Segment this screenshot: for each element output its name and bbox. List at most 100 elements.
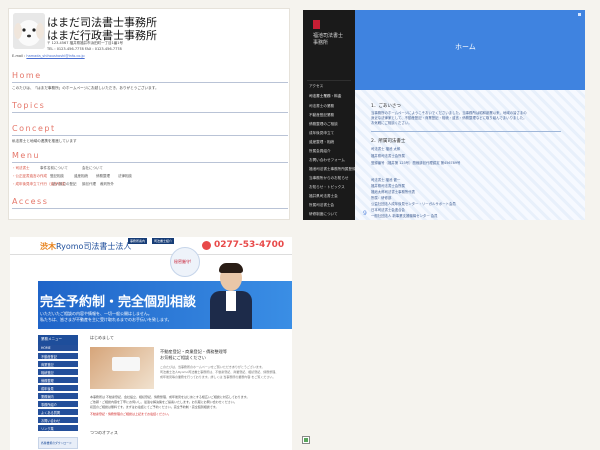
side-menu-item[interactable]: 業務案内 <box>38 393 78 400</box>
section-access-title: Access <box>12 197 49 206</box>
screenshot-ryomo-website: 渋木Ryomo司法書士法人 事務所案内 司法書士紹介 0277-53-4700 … <box>10 237 292 450</box>
menu-header-label: 業務メニュー <box>41 337 62 341</box>
side-menu-item[interactable]: 不動産登記 <box>38 353 78 360</box>
side-menu-label: HOME <box>41 346 51 350</box>
side-menu-label: 事務所紹介 <box>41 403 57 407</box>
section-topics-title: Topics <box>12 101 46 110</box>
brand-logo[interactable]: 渋木Ryomo司法書士法人 <box>40 241 131 252</box>
greeting-heading: 1．ごあいさつ <box>371 104 401 109</box>
email-link[interactable]: hamada_shihoushoshi@info.co.jp <box>26 54 84 58</box>
sidebar-item[interactable]: 不動産登記業務 <box>309 113 334 118</box>
download-banner[interactable]: 各種書類のダウンロード <box>38 437 78 449</box>
notice-text: 不動産登記・債務整理のご相談は上記までお電話ください。 <box>90 412 172 416</box>
menu-link[interactable]: 事件名前について <box>40 166 68 171</box>
menu-row: ・成年後見申立て代行（遺言作成） 法人設立の登記 訴訟代理 裁判所外 <box>12 182 288 189</box>
office-address: 〒 123-4567 福井県福井市浜田町一丁目1番1号 <box>47 41 124 45</box>
sidebar-item[interactable]: 司法書士の業務 <box>309 104 334 109</box>
side-menu-label: 業務案内 <box>41 395 54 399</box>
office-email: E-mail : hamada_shihoushoshi@info.co.jp <box>12 54 85 58</box>
divider <box>371 131 561 132</box>
top-nav-button[interactable]: 司法書士紹介 <box>152 238 175 244</box>
broken-image-icon <box>302 436 310 444</box>
hero-headline: 完全予約制・完全個別相談 <box>40 295 197 310</box>
side-menu-label: 商業登記 <box>41 363 54 367</box>
menu-link[interactable]: 債務整理 <box>96 174 110 179</box>
member-text: 福池太郎司法書士事務所代表 <box>371 190 416 194</box>
side-menu: 業務メニュー HOME 不動産登記 商業登記 相続登記 債務整理 成年後見 業務… <box>38 335 78 450</box>
members-heading: 2．所属司法書士 <box>371 139 406 144</box>
sidebar-item[interactable]: 債務整理のご相談 <box>309 122 338 127</box>
section-home-title: Home <box>12 71 42 80</box>
menu-link[interactable]: ・司法書士 <box>12 166 30 171</box>
home-text: このたびは、「はまだ事務所」のホームページにお越しいただき、ありがとうございます… <box>12 86 159 90</box>
menu-row: ・司法書士 事件名前について 会社について <box>12 166 288 173</box>
side-menu-item[interactable]: 商業登記 <box>38 361 78 368</box>
sidebar-item[interactable]: アクセス <box>309 84 323 89</box>
side-menu-label: 相続登記 <box>41 371 54 375</box>
menu-link[interactable]: 遺産相続 <box>74 174 88 179</box>
side-menu-item[interactable]: お問い合わせ <box>38 417 78 424</box>
member-text: 日本司法書士会連合会 <box>371 208 405 212</box>
body-text: 本事務所は 不動産登記、会社設立、相続登記、債務整理、成年後見をはじめとする幅広… <box>90 395 250 399</box>
body-text: ご依頼・ご相談内容を丁寧にお伺いし、最適な解決策をご提案いたします。お気軽にお問… <box>90 400 237 404</box>
side-menu-label: お問い合わせ <box>41 419 61 423</box>
hero-title: ホーム <box>455 43 476 51</box>
sidebar-item[interactable]: 研修制度について <box>309 212 338 217</box>
consultation-photo <box>90 347 154 389</box>
section-menu-title: Menu <box>12 151 40 160</box>
side-menu-label: 成年後見 <box>41 387 54 391</box>
side-menu-item[interactable]: 成年後見 <box>38 385 78 392</box>
intro-text: 成年後見等の業務を行っております。詳しくは 当事務所の業務内容 をご覧ください。 <box>160 375 276 379</box>
intro-text: このたびは、当事務所のホームページをご覧いただきありがとうございます。 <box>160 365 265 369</box>
brand-logo-mark: 渋木 <box>40 242 56 251</box>
sidebar-item[interactable]: 所属司法書士会 <box>309 203 334 208</box>
menu-link[interactable]: 訴訟代理 <box>82 182 96 187</box>
hero-subhead: 私たちは、皆さまが不動産を主に受け取れるまでのお手伝いを致します。 <box>40 317 172 322</box>
sidebar-item[interactable]: 成年後見申立て <box>309 131 334 136</box>
firm-name-2: 事務所 <box>313 40 329 46</box>
hero-banner: ホーム <box>355 10 585 90</box>
side-menu-item[interactable]: 事務所紹介 <box>38 401 78 408</box>
sidebar-item[interactable]: お知らせ・トピックス <box>309 185 345 190</box>
speech-bubble: 秘密厳守! <box>170 247 200 277</box>
phone-icon <box>202 241 211 250</box>
menu-link[interactable]: 登記相談 <box>50 174 64 179</box>
side-menu-item[interactable]: 債務整理 <box>38 377 78 384</box>
sidebar-item[interactable]: お問い合わせフォーム <box>309 158 345 163</box>
side-menu-item[interactable]: 相続登記 <box>38 369 78 376</box>
divider <box>12 162 288 163</box>
sidebar-item[interactable]: 福井県司法書士会 <box>309 194 338 199</box>
offices-heading: つつのオフィス <box>90 430 118 435</box>
section-concept-title: Concept <box>12 124 56 133</box>
side-menu-item[interactable]: HOME <box>38 345 78 352</box>
menu-link[interactable]: 会社について <box>82 166 103 171</box>
screenshot-hamada-website: はまだ司法書士事務所 はまだ行政書士事務所 〒 123-4567 福井県福井市浜… <box>8 8 290 220</box>
sidebar-item[interactable]: 司法書士業務・料金 <box>309 94 341 99</box>
divider <box>12 208 288 209</box>
body-text: 初回のご相談は無料です。まずはお電話にてご予約ください。完全予約制・完全個別相談… <box>90 405 219 409</box>
menu-link[interactable]: 法人設立の登記 <box>52 182 77 187</box>
member-name: 司法書士 福池 太郎 <box>371 147 401 151</box>
sidebar-item[interactable]: 当事務所からのお知らせ <box>309 176 348 181</box>
sidebar-item[interactable]: 所属会員紹介 <box>309 149 331 154</box>
top-nav-button[interactable]: 事務所案内 <box>128 238 148 244</box>
menu-header: 業務メニュー <box>38 335 78 345</box>
lawyer-photo <box>206 263 256 329</box>
nav-divider <box>307 80 351 81</box>
menu-link[interactable]: 法律相談 <box>118 174 132 179</box>
member-text: 福井県司法書士会所属 <box>371 184 405 188</box>
side-menu-item[interactable]: よくある質問 <box>38 409 78 416</box>
top-bar: 渋木Ryomo司法書士法人 事務所案内 司法書士紹介 0277-53-4700 <box>10 237 292 255</box>
side-menu-label: 債務整理 <box>41 379 54 383</box>
divider <box>12 135 288 136</box>
phone-number[interactable]: 0277-53-4700 <box>214 240 284 250</box>
side-menu-item[interactable]: リンク集 <box>38 425 78 432</box>
member-text: 公益社団法人成年後見センター・リーガルサポート会員 <box>371 202 456 206</box>
screenshot-fukuike-website: 福池司法書士 事務所 アクセス 司法書士業務・料金 司法書士の業務 不動産登記業… <box>303 10 585 220</box>
sidebar-item[interactable]: 遺産整理・相続 <box>309 140 334 145</box>
download-banner-label: 各種書類のダウンロード <box>41 441 72 445</box>
welcome-heading: はじめまして <box>90 335 114 340</box>
menu-link[interactable]: ・公正証書遺言の作成 <box>12 174 47 179</box>
site-header: はまだ司法書士事務所 はまだ行政書士事務所 〒 123-4567 福井県福井市浜… <box>9 9 289 61</box>
menu-link[interactable]: 裁判所外 <box>100 182 114 187</box>
